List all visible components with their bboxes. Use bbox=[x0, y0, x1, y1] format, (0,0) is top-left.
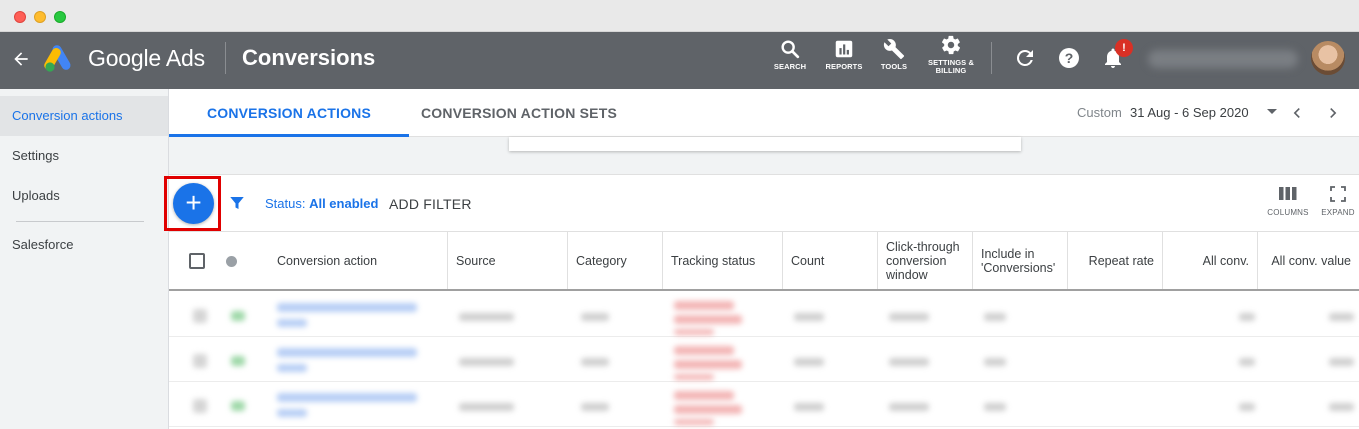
settings-label-line2: BILLING bbox=[935, 66, 967, 75]
bar-chart-icon bbox=[835, 40, 853, 58]
tab-conversion-actions[interactable]: CONVERSION ACTIONS bbox=[169, 89, 409, 137]
brand-name: Google Ads bbox=[88, 45, 205, 71]
refresh-icon[interactable] bbox=[1013, 46, 1037, 70]
columns-icon bbox=[1279, 187, 1297, 200]
header-divider-2 bbox=[991, 42, 992, 74]
status-filter-value: All enabled bbox=[309, 196, 379, 211]
search-label: SEARCH bbox=[773, 62, 807, 71]
expand-icon bbox=[1330, 186, 1346, 202]
settings-billing-label: SETTINGS & BILLING bbox=[928, 59, 974, 75]
arrow-left-icon bbox=[14, 52, 28, 66]
column-click-through-window[interactable]: Click-through conversion window bbox=[878, 232, 973, 289]
sidebar-divider bbox=[16, 221, 144, 222]
table-row[interactable] bbox=[169, 293, 1359, 337]
window-maximize-button[interactable] bbox=[54, 11, 66, 23]
avatar[interactable] bbox=[1311, 41, 1345, 75]
wrench-icon bbox=[883, 39, 905, 60]
select-all-checkbox[interactable] bbox=[189, 253, 205, 269]
google-ads-logo bbox=[44, 45, 71, 72]
date-range-label: Custom bbox=[1077, 105, 1122, 120]
tab-conversion-action-sets[interactable]: CONVERSION ACTION SETS bbox=[419, 89, 619, 137]
reports-button[interactable]: REPORTS bbox=[822, 38, 866, 71]
column-repeat-rate[interactable]: Repeat rate bbox=[1068, 232, 1163, 289]
tools-label: TOOLS bbox=[880, 62, 908, 71]
summary-card bbox=[509, 137, 1021, 151]
column-tracking-status[interactable]: Tracking status bbox=[663, 232, 783, 289]
date-dropdown-icon[interactable] bbox=[1267, 109, 1277, 114]
columns-label: COLUMNS bbox=[1267, 208, 1309, 217]
add-conversion-button[interactable]: + bbox=[173, 183, 214, 224]
notification-badge: ! bbox=[1115, 39, 1133, 57]
sidebar: Conversion actions Settings Uploads Sale… bbox=[0, 89, 169, 429]
app-header: Google Ads Conversions SEARCH REPORTS TO… bbox=[0, 32, 1359, 89]
column-source[interactable]: Source bbox=[448, 232, 568, 289]
window-titlebar bbox=[0, 0, 1359, 32]
reports-label: REPORTS bbox=[825, 62, 863, 71]
table-body-blurred bbox=[169, 293, 1359, 429]
chevron-right-icon[interactable] bbox=[1323, 103, 1343, 123]
search-button[interactable]: SEARCH bbox=[772, 38, 808, 71]
column-all-conv[interactable]: All conv. bbox=[1163, 232, 1258, 289]
filter-toolbar: + Status: All enabled ADD FILTER COLUMNS… bbox=[164, 176, 1359, 232]
status-filter-label: Status: bbox=[265, 196, 310, 211]
column-all-conv-value[interactable]: All conv. value bbox=[1258, 232, 1359, 289]
settings-billing-button[interactable]: SETTINGS & BILLING bbox=[922, 34, 980, 75]
date-range-value[interactable]: 31 Aug - 6 Sep 2020 bbox=[1130, 105, 1249, 120]
filter-icon[interactable] bbox=[228, 194, 246, 212]
sidebar-item-salesforce[interactable]: Salesforce bbox=[0, 225, 168, 265]
status-filter[interactable]: Status: All enabled bbox=[265, 196, 378, 211]
page-title: Conversions bbox=[242, 45, 376, 70]
tools-button[interactable]: TOOLS bbox=[876, 38, 912, 71]
window-close-button[interactable] bbox=[14, 11, 26, 23]
columns-button[interactable]: COLUMNS bbox=[1263, 186, 1313, 217]
chevron-left-icon[interactable] bbox=[1287, 103, 1307, 123]
search-icon bbox=[781, 40, 800, 59]
svg-text:?: ? bbox=[1065, 50, 1074, 66]
summary-area bbox=[169, 137, 1359, 175]
sidebar-item-conversion-actions[interactable]: Conversion actions bbox=[0, 96, 168, 136]
sidebar-item-uploads[interactable]: Uploads bbox=[0, 176, 168, 216]
table-header: Conversion action Source Category Tracki… bbox=[169, 232, 1359, 291]
header-divider bbox=[225, 42, 226, 74]
expand-label: EXPAND bbox=[1321, 208, 1355, 217]
gear-icon bbox=[941, 35, 961, 55]
column-conversion-action[interactable]: Conversion action bbox=[269, 232, 448, 289]
column-count[interactable]: Count bbox=[783, 232, 878, 289]
sidebar-item-settings[interactable]: Settings bbox=[0, 136, 168, 176]
back-button[interactable] bbox=[8, 46, 34, 72]
table-row[interactable] bbox=[169, 338, 1359, 382]
account-info-blurred[interactable] bbox=[1148, 50, 1298, 68]
help-icon[interactable]: ? bbox=[1057, 46, 1081, 70]
column-include-in-conversions[interactable]: Include in 'Conversions' bbox=[973, 232, 1068, 289]
tab-bar: CONVERSION ACTIONS CONVERSION ACTION SET… bbox=[169, 89, 1359, 137]
add-filter-button[interactable]: ADD FILTER bbox=[389, 196, 472, 212]
table-row[interactable] bbox=[169, 383, 1359, 427]
window-minimize-button[interactable] bbox=[34, 11, 46, 23]
column-category[interactable]: Category bbox=[568, 232, 663, 289]
status-column-icon bbox=[226, 256, 237, 267]
expand-button[interactable]: EXPAND bbox=[1317, 186, 1359, 217]
